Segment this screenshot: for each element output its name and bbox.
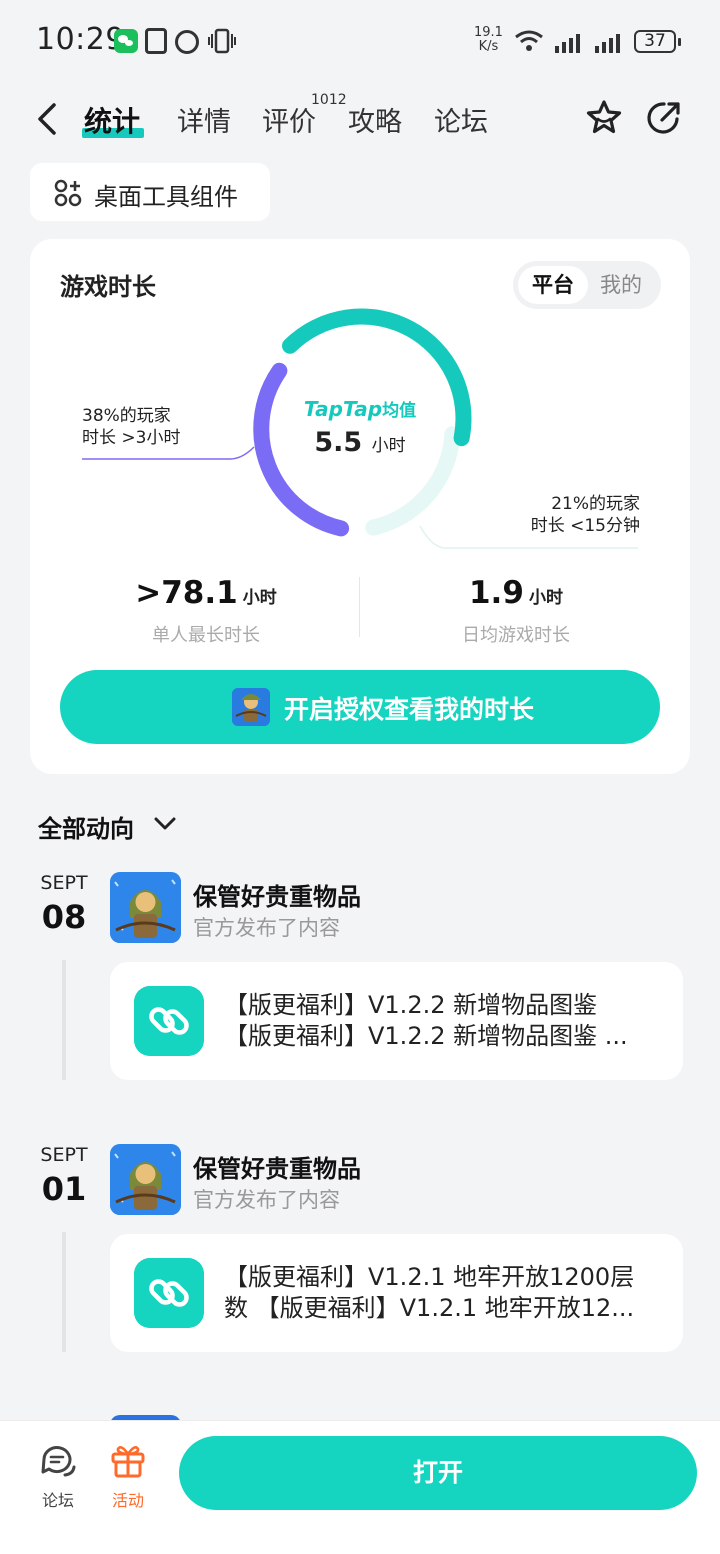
desktop-widget-button[interactable]: 桌面工具组件 xyxy=(30,163,270,221)
timeline-line xyxy=(62,1232,66,1352)
review-count-badge: 1012 xyxy=(311,92,347,108)
bottom-activity-label: 活动 xyxy=(111,1491,144,1510)
bottom-activity-button[interactable]: 活动 xyxy=(98,1441,158,1511)
timeline-line xyxy=(62,960,66,1080)
signal-icon-2 xyxy=(595,34,620,53)
post-text: 【版更福利】V1.2.2 新增物品图鉴 【版更福利】V1.2.2 新增物品图鉴 … xyxy=(224,991,628,1050)
wifi-icon xyxy=(515,30,543,51)
bottom-forum-button[interactable]: 论坛 xyxy=(28,1441,88,1511)
desktop-widget-label: 桌面工具组件 xyxy=(94,183,238,211)
status-time: 10:29 xyxy=(36,22,125,57)
post-card[interactable]: 【版更福利】V1.2.2 新增物品图鉴 【版更福利】V1.2.2 新增物品图鉴 … xyxy=(110,962,683,1080)
average-play-time: 5.5 小时 xyxy=(314,427,406,458)
gift-icon xyxy=(111,1446,145,1478)
widget-grid-icon xyxy=(54,179,82,207)
play-time-title: 游戏时长 xyxy=(60,273,156,301)
platform-mine-toggle: 平台 我的 xyxy=(513,261,661,309)
post-subtitle: 官方发布了内容 xyxy=(193,916,340,940)
post-author[interactable]: 保管好贵重物品 xyxy=(193,877,361,912)
bottom-action-bar: 论坛 活动 打开 xyxy=(0,1420,720,1554)
tab-forum[interactable]: 论坛 xyxy=(434,100,488,139)
link-icon xyxy=(134,1258,204,1328)
back-arrow-icon[interactable] xyxy=(34,102,60,136)
game-avatar-icon[interactable] xyxy=(110,872,181,943)
max-play-time: >78.1 小时 单人最长时长 xyxy=(135,575,277,646)
over-3h-note: 38%的玩家 时长 >3小时 xyxy=(82,406,181,448)
toggle-mine[interactable]: 我的 xyxy=(586,266,656,304)
forum-chat-icon xyxy=(41,1446,76,1477)
post-month: SEPT xyxy=(40,1144,88,1166)
battery-indicator: 37 xyxy=(634,30,681,53)
post-card[interactable]: 【版更福利】V1.2.1 地牢开放1200层 数 【版更福利】V1.2.1 地牢… xyxy=(110,1234,683,1352)
taptap-average-label: TapTap均值 xyxy=(303,397,417,421)
link-icon xyxy=(134,986,204,1056)
game-avatar-icon xyxy=(232,688,270,726)
wechat-icon xyxy=(114,29,138,53)
tab-details[interactable]: 详情 xyxy=(177,100,231,139)
favorite-star-icon[interactable] xyxy=(584,98,624,138)
post-day: 01 xyxy=(41,1170,87,1208)
status-bar: 10:29 19.1 K/s 37 xyxy=(0,0,720,84)
play-time-card: 游戏时长 平台 我的 TapTap均值 5.5 小时 38%的玩家 时长 >3小… xyxy=(30,239,690,774)
authorize-button-label: 开启授权查看我的时长 xyxy=(284,695,535,724)
under-15min-note: 21%的玩家 时长 <15分钟 xyxy=(530,494,640,536)
tab-guides[interactable]: 攻略 xyxy=(348,100,402,139)
post-author[interactable]: 保管好贵重物品 xyxy=(193,1149,361,1184)
toggle-platform[interactable]: 平台 xyxy=(518,266,588,304)
post-subtitle: 官方发布了内容 xyxy=(193,1188,340,1212)
daily-play-time: 1.9 小时 日均游戏时长 xyxy=(462,575,570,646)
tab-stats[interactable]: 统计 xyxy=(84,100,140,140)
feed-filter-dropdown[interactable]: 全部动向 xyxy=(38,809,134,844)
authorize-play-time-button[interactable]: 开启授权查看我的时长 xyxy=(60,670,660,744)
post-text: 【版更福利】V1.2.1 地牢开放1200层 数 【版更福利】V1.2.1 地牢… xyxy=(224,1263,635,1322)
network-speed: 19.1 K/s xyxy=(474,25,503,54)
top-navigation: 统计 详情 评价 1012 攻略 论坛 xyxy=(0,84,720,154)
post-month: SEPT xyxy=(40,872,88,894)
post-day: 08 xyxy=(41,898,87,936)
game-avatar-icon[interactable] xyxy=(110,1144,181,1215)
feed-post: SEPT 08 保管好贵重物品 官方发布了内容 【版更福利】V1.2.2 新增物… xyxy=(0,872,720,1102)
signal-icon-1 xyxy=(555,34,580,53)
bottom-forum-label: 论坛 xyxy=(41,1491,74,1510)
tab-reviews[interactable]: 评价 xyxy=(262,100,316,139)
nfc-icon xyxy=(145,28,167,54)
chevron-down-icon[interactable] xyxy=(154,816,176,832)
metric-divider xyxy=(359,577,360,637)
feed-post: SEPT 01 保管好贵重物品 官方发布了内容 【版更福利】V1.2.1 地牢开… xyxy=(0,1144,720,1374)
share-icon[interactable] xyxy=(644,98,684,138)
open-game-button[interactable]: 打开 xyxy=(179,1436,697,1510)
vibrate-icon xyxy=(208,28,236,54)
alarm-icon xyxy=(175,30,199,54)
